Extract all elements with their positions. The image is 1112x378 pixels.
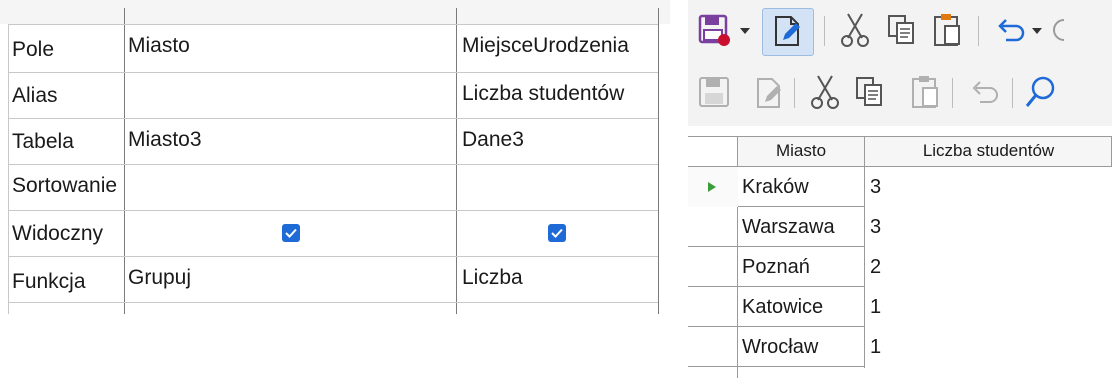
undo-icon[interactable] [968,78,1000,106]
dropdown-arrow-icon[interactable] [1032,28,1042,36]
table-cell-miasto[interactable]: Warszawa [742,207,835,247]
row-separator [8,302,658,303]
current-row-indicator-icon [708,182,716,192]
field-cell-col2[interactable]: MiejsceUrodzenia [462,26,656,66]
alias-cell-col1[interactable] [128,74,453,114]
toolbar-separator [824,16,825,46]
table-cell-liczba[interactable]: 1 [870,327,881,367]
alias-cell-col2[interactable]: Liczba studentów [462,74,656,114]
visible-checkbox-col1[interactable] [282,224,300,242]
table-cell-miasto[interactable]: Wrocław [742,327,818,367]
checkmark-icon [285,228,297,238]
toolbar-separator [794,78,795,108]
find-icon[interactable] [1024,74,1058,110]
row-separator [8,164,658,165]
row-label-alias: Alias [12,84,58,107]
edit-document-icon[interactable] [754,76,784,110]
query-design-grid: Pole Alias Tabela Sortowanie Widoczny Fu… [0,0,670,378]
row-label-widoczny: Widoczny [12,222,104,245]
edit-document-icon[interactable] [772,14,804,48]
row-label-funkcja: Funkcja [12,270,86,293]
cut-icon[interactable] [840,12,870,48]
table-cell-miasto[interactable]: Kraków [742,167,809,207]
row-separator [8,118,658,119]
table-cell-miasto[interactable]: Katowice [742,287,823,327]
function-cell-col2[interactable]: Liczba [462,258,656,298]
toolbar-separator [1012,78,1013,108]
paste-icon[interactable] [932,12,964,48]
column-separator-2 [658,8,659,314]
header-top-border [688,136,1112,137]
toolbar-separator [978,16,979,46]
save-icon[interactable] [698,76,730,110]
table-cell-col1[interactable]: Miasto3 [128,120,453,160]
visible-checkbox-col2[interactable] [548,224,566,242]
save-icon[interactable] [698,14,732,48]
dropdown-arrow-icon[interactable] [740,28,750,36]
sort-cell-col2[interactable] [462,166,656,206]
toolbar-separator [952,78,953,108]
row-separator [8,72,658,73]
design-grid-top-strip [0,0,670,24]
result-table: Miasto Liczba studentów Kraków 3 Warszaw… [688,136,1112,378]
table-cell-liczba[interactable]: 3 [870,207,881,247]
copy-icon[interactable] [854,76,884,108]
column-separator [864,136,865,368]
function-cell-col1[interactable]: Grupuj [128,258,453,298]
table-cell-col2[interactable]: Dane3 [462,120,656,160]
table-cell-miasto[interactable]: Poznań [742,247,810,287]
query-result-panel: Miasto Liczba studentów Kraków 3 Warszaw… [688,0,1112,378]
undo-icon[interactable] [994,16,1026,44]
redo-icon[interactable] [1050,16,1080,44]
toolbar-row-2 [688,60,1112,126]
row-label-tabela: Tabela [12,130,74,153]
label-column-separator [124,8,125,314]
row-separator [8,24,658,25]
column-header-liczba-studentow[interactable]: Liczba studentów [865,136,1112,166]
grid-left-border [8,24,9,314]
toolbar-row-1 [688,0,1112,60]
column-separator-1 [456,8,457,314]
table-cell-liczba[interactable]: 1 [870,287,881,327]
paste-icon[interactable] [910,74,942,110]
table-cell-liczba[interactable]: 3 [870,167,881,207]
copy-icon[interactable] [886,14,916,46]
table-cell-liczba[interactable]: 2 [870,247,881,287]
checkmark-icon [551,228,563,238]
row-separator [8,210,658,211]
row-label-pole: Pole [12,38,55,61]
column-header-miasto[interactable]: Miasto [738,136,864,166]
row-separator [8,256,658,257]
cut-icon[interactable] [810,74,840,110]
row-label-sortowanie: Sortowanie [12,174,118,197]
sort-cell-col1[interactable] [128,166,453,206]
field-cell-col1[interactable]: Miasto [128,26,453,66]
